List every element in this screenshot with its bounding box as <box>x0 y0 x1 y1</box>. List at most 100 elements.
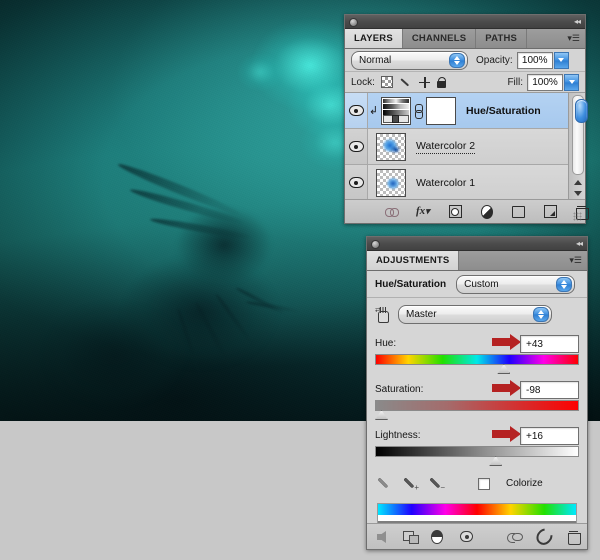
tab-paths[interactable]: PATHS <box>476 29 528 48</box>
adjustments-panel-titlebar[interactable]: ◂◂ <box>367 237 587 251</box>
tab-channels[interactable]: CHANNELS <box>403 29 477 48</box>
fill-stepper-icon[interactable] <box>564 73 579 91</box>
colorize-label: Colorize <box>506 478 543 489</box>
lock-position-icon[interactable] <box>418 76 430 88</box>
hue-slider-track[interactable] <box>375 354 579 365</box>
clipping-mask-arrow-icon: ↲ <box>368 104 379 117</box>
preset-stepper-icon[interactable] <box>556 276 573 292</box>
fill-label: Fill: <box>507 76 523 88</box>
saturation-slider-knob[interactable] <box>375 410 388 420</box>
layer-visibility-toggle[interactable] <box>345 165 368 200</box>
hue-input[interactable]: +43 <box>520 335 579 353</box>
channel-stepper-icon[interactable] <box>533 307 549 322</box>
lock-icons-group <box>380 76 447 88</box>
adjustments-tabstrip: ADJUSTMENTS ▾☰ <box>367 251 587 271</box>
fill-input[interactable]: 100% <box>527 73 563 91</box>
eyedropper-tools-row: + − Colorize <box>367 468 587 495</box>
layer-name[interactable]: Watercolor 1 <box>416 177 475 189</box>
channel-value: Master <box>406 309 437 320</box>
delete-adjustment-icon[interactable] <box>568 530 581 545</box>
preset-value: Custom <box>464 278 499 290</box>
layer-visibility-toggle[interactable] <box>345 129 368 164</box>
layers-tabstrip: LAYERS CHANNELS PATHS ▾☰ <box>345 29 585 49</box>
layers-panel-titlebar[interactable]: ◂◂ <box>345 15 585 29</box>
saturation-slider-block: Saturation: -98 <box>375 380 579 422</box>
eyedropper-icon[interactable] <box>377 476 392 491</box>
lightness-label-row: Lightness: +16 <box>375 426 579 445</box>
preset-row: Hue/Saturation Custom <box>367 271 587 298</box>
resize-grip[interactable] <box>573 212 582 221</box>
adjustments-panel-footer <box>367 523 587 549</box>
clip-to-layer-icon[interactable] <box>431 529 444 544</box>
table-row[interactable]: ↲ Hue/Saturation <box>345 93 585 129</box>
hue-slider-knob[interactable] <box>497 364 511 374</box>
blend-mode-select[interactable]: Normal <box>351 50 468 70</box>
adjustments-panel: ◂◂ ADJUSTMENTS ▾☰ Hue/Saturation Custom … <box>366 236 588 550</box>
add-layer-mask-icon[interactable] <box>448 205 462 218</box>
layer-thumbnail[interactable] <box>376 132 406 161</box>
layers-panel-menu-icon[interactable]: ▾☰ <box>567 33 580 43</box>
layer-name[interactable]: Hue/Saturation <box>466 105 541 117</box>
layer-name[interactable]: Watercolor 2 <box>416 140 476 154</box>
blend-opacity-row: Normal Opacity: 100% <box>345 49 585 72</box>
layers-panel-body: Normal Opacity: 100% Lock: Fill: 100% ↲ … <box>345 49 590 223</box>
channel-row: ⇄ Master <box>367 298 587 328</box>
eye-icon <box>348 141 364 152</box>
saturation-slider-track[interactable] <box>375 400 579 411</box>
expand-panel-view-icon[interactable] <box>403 530 420 544</box>
hue-label-row: Hue: +43 <box>375 334 579 353</box>
scrollbar-track[interactable] <box>572 95 588 175</box>
new-adjustment-layer-icon[interactable] <box>480 204 494 219</box>
return-to-adjustment-list-icon[interactable] <box>377 530 386 543</box>
new-layer-icon[interactable] <box>544 205 557 218</box>
lightness-slider-track[interactable] <box>375 446 579 457</box>
annotation-arrow <box>492 426 521 442</box>
eyedropper-subtract-icon[interactable]: − <box>429 476 445 492</box>
reset-adjustment-icon[interactable] <box>532 525 555 548</box>
opacity-input[interactable]: 100% <box>516 51 553 69</box>
saturation-label: Saturation: <box>375 384 424 395</box>
lock-transparency-icon[interactable] <box>380 76 393 88</box>
scroll-up-icon[interactable] <box>572 177 583 187</box>
link-layers-icon[interactable] <box>385 207 399 217</box>
lock-image-icon[interactable] <box>400 77 412 88</box>
spectrum-source-bar <box>377 503 577 515</box>
tab-layers[interactable]: LAYERS <box>345 29 403 48</box>
channel-select[interactable]: Master <box>398 305 552 324</box>
new-group-icon[interactable] <box>512 205 526 218</box>
panel-dot-icon <box>349 18 358 27</box>
lock-all-icon[interactable] <box>436 76 447 88</box>
blend-mode-value: Normal <box>359 54 392 66</box>
annotation-arrow <box>492 380 521 396</box>
eye-icon <box>348 177 364 188</box>
scroll-down-icon[interactable] <box>572 188 583 198</box>
layer-styles-fx-icon[interactable]: fx ▾ <box>416 206 430 217</box>
colorize-checkbox[interactable] <box>478 477 490 490</box>
toggle-layer-visibility-icon[interactable] <box>460 531 474 542</box>
on-image-adjust-hand-icon[interactable]: ⇄ <box>375 306 392 323</box>
layer-visibility-toggle[interactable] <box>345 93 368 128</box>
scrollbar-thumb[interactable] <box>575 99 588 123</box>
layer-thumbnail[interactable] <box>376 168 406 197</box>
layers-list: ↲ Hue/Saturation Watercolor 2 Watercolor… <box>345 93 588 200</box>
eyedropper-add-icon[interactable]: + <box>403 476 419 492</box>
panel-dot-icon <box>371 240 380 249</box>
collapse-panel-icon[interactable]: ◂◂ <box>574 18 581 26</box>
layer-thumbnail[interactable] <box>381 96 411 125</box>
opacity-stepper-icon[interactable] <box>553 51 569 69</box>
layers-scrollbar[interactable] <box>568 93 588 199</box>
link-mask-icon[interactable] <box>414 103 423 119</box>
table-row[interactable]: Watercolor 1 <box>345 165 585 200</box>
collapse-panel-icon[interactable]: ◂◂ <box>576 240 583 248</box>
lightness-slider-knob[interactable] <box>489 456 503 466</box>
lightness-input[interactable]: +16 <box>520 427 579 445</box>
tab-adjustments[interactable]: ADJUSTMENTS <box>367 251 460 270</box>
table-row[interactable]: Watercolor 2 <box>345 129 585 165</box>
saturation-input[interactable]: -98 <box>520 381 579 399</box>
layer-mask-thumbnail[interactable] <box>426 96 456 125</box>
preset-select[interactable]: Custom <box>456 274 576 294</box>
blend-mode-stepper-icon[interactable] <box>449 52 465 68</box>
preview-previous-state-icon[interactable] <box>507 531 524 543</box>
adjustments-panel-menu-icon[interactable]: ▾☰ <box>569 255 582 265</box>
layers-panel: ◂◂ LAYERS CHANNELS PATHS ▾☰ Normal Opaci… <box>344 14 590 224</box>
